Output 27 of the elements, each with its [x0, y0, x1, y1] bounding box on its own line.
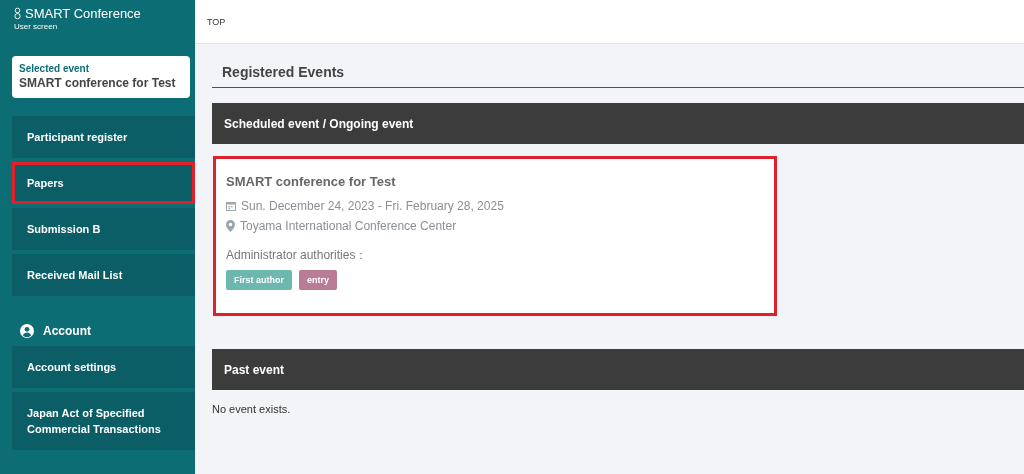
- section-header: Past event: [212, 349, 1024, 390]
- role-tag: entry: [299, 270, 338, 290]
- selected-event-name: SMART conference for Test: [19, 76, 177, 90]
- breadcrumb-link[interactable]: TOP: [207, 16, 226, 27]
- user-icon: [20, 324, 34, 338]
- event-dates: Sun. December 24, 2023 - Fri. February 28, 2025: [241, 199, 504, 213]
- event-name: SMART conference for Test: [226, 174, 397, 189]
- empty-message: No event exists.: [212, 403, 292, 415]
- location-pin-icon: [226, 220, 235, 232]
- logo-icon: [14, 7, 21, 20]
- calendar-icon: [226, 201, 236, 211]
- event-card[interactable]: SMART conference for Test Sun. December 24, 2023 - Fri. February 28, 2025 Toyama International Conference Center Administrator authorities： First author entry: [213, 156, 777, 316]
- sidebar-item[interactable]: Papers: [12, 162, 195, 204]
- sidebar-item[interactable]: Received Mail List: [12, 254, 195, 296]
- event-venue: Toyama International Conference Center: [240, 219, 457, 233]
- sidebar-item[interactable]: Submission B: [12, 208, 195, 250]
- app-subtitle: User screen: [14, 22, 59, 31]
- sidebar-item[interactable]: Account settings: [12, 346, 195, 388]
- section-title: Account: [43, 324, 91, 338]
- sidebar-item[interactable]: Participant register: [12, 116, 195, 158]
- sidebar-item[interactable]: Japan Act of Specified Commercial Transactions: [12, 392, 195, 450]
- authorities-label: Administrator authorities：: [226, 247, 369, 264]
- section-header: Scheduled event / Ongoing event: [212, 103, 1024, 144]
- page-title: Registered Events: [212, 64, 1024, 88]
- selected-event-label: Selected event: [19, 63, 91, 74]
- app-title: SMART Conference: [25, 6, 141, 21]
- role-tag: First author: [226, 270, 292, 290]
